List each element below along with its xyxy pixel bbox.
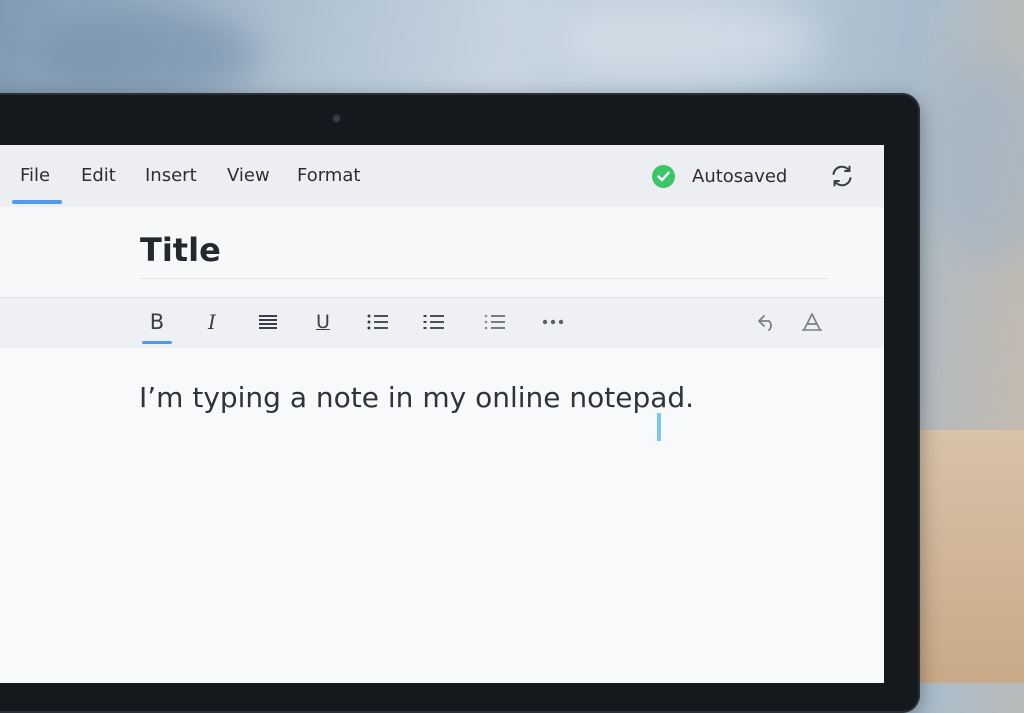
autosave-status: Autosaved	[652, 163, 787, 189]
active-menu-indicator	[12, 200, 62, 204]
italic-icon: I	[208, 310, 216, 334]
menu-view[interactable]: View	[227, 165, 270, 186]
italic-button[interactable]: I	[197, 310, 227, 334]
notepad-app: File Edit Insert View Format Autosaved B…	[0, 145, 884, 683]
bold-active-indicator	[142, 341, 172, 344]
document-title[interactable]: Title	[140, 231, 221, 269]
check-circle-icon	[652, 164, 675, 188]
checklist-button[interactable]	[480, 310, 510, 334]
background-blur	[560, 0, 820, 80]
numbered-list-button[interactable]	[419, 310, 449, 334]
list-icon	[423, 315, 444, 329]
bold-button[interactable]: B	[142, 310, 172, 334]
note-body-text[interactable]: I’m typing a note in my online notepad.	[139, 381, 694, 414]
more-icon	[542, 319, 564, 325]
sync-icon	[832, 165, 852, 187]
title-area	[0, 207, 884, 297]
autosave-label: Autosaved	[692, 165, 788, 187]
menu-format[interactable]: Format	[297, 165, 360, 186]
text-style-button[interactable]	[797, 310, 827, 334]
underline-icon: U	[316, 311, 330, 333]
text-format-icon	[802, 313, 822, 331]
background-blur	[40, 10, 260, 100]
undo-icon	[758, 315, 772, 331]
format-toolbar: B I U	[0, 297, 884, 349]
camera-icon	[332, 114, 341, 123]
bold-icon: B	[149, 310, 165, 334]
title-divider	[140, 278, 828, 279]
text-caret	[657, 413, 661, 441]
align-button[interactable]	[253, 310, 283, 334]
bulleted-list-icon	[367, 314, 388, 330]
menu-insert[interactable]: Insert	[145, 165, 197, 186]
align-justify-icon	[259, 315, 277, 329]
underline-button[interactable]: U	[308, 310, 338, 334]
sync-button[interactable]	[829, 163, 855, 193]
bulleted-list-button[interactable]	[363, 310, 393, 334]
checklist-icon	[484, 314, 505, 330]
menu-bar: File Edit Insert View Format Autosaved	[0, 145, 884, 208]
background-blur	[930, 60, 1024, 260]
more-button[interactable]	[538, 310, 568, 334]
menu-file[interactable]: File	[20, 165, 50, 186]
menu-edit[interactable]: Edit	[81, 165, 116, 186]
undo-button[interactable]	[752, 310, 782, 334]
